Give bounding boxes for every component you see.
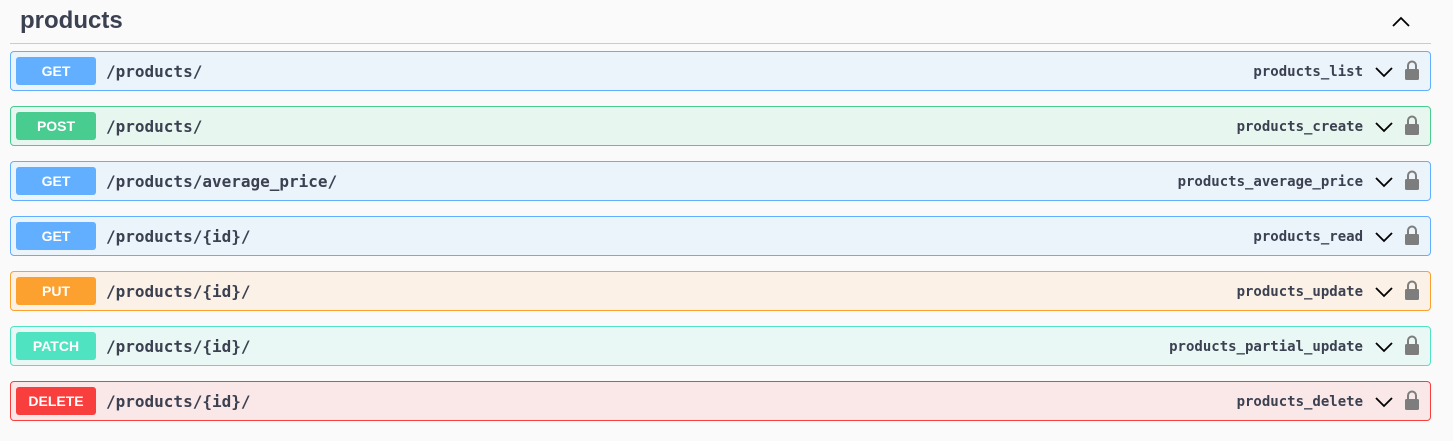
operation-id: products_list [1253,64,1363,80]
operation-id: products_update [1236,284,1363,300]
lock-icon[interactable] [1404,334,1420,356]
operation-row-delete-products_delete[interactable]: DELETE/products/{id}/ products_delete [10,381,1431,421]
operation-row-get-products_list[interactable]: GET/products/products_list [10,51,1431,91]
operation-id: products_partial_update [1169,339,1363,355]
method-badge: GET [16,222,96,250]
chevron-down-icon[interactable] [1374,392,1394,412]
chevron-down-icon[interactable] [1374,172,1394,192]
tag-title: products [20,7,123,34]
tag-header[interactable]: products [10,0,1431,44]
operation-id: products_read [1253,229,1363,245]
operation-id: products_delete [1236,394,1363,410]
method-badge: GET [16,167,96,195]
operation-row-patch-products_partial_update[interactable]: PATCH/products/{id}/ products_partial_upd… [10,326,1431,366]
endpoint-path: /products/{id}/ [106,392,251,411]
products-section: products GET/products/products_list POST /… [0,0,1453,441]
endpoint-path: /products/average_price/ [106,172,338,191]
chevron-up-icon[interactable] [1391,12,1411,32]
lock-icon[interactable] [1404,389,1420,411]
operation-row-post-products_create[interactable]: POST/products/products_create [10,106,1431,146]
endpoint-path: /products/{id}/ [106,337,251,356]
chevron-down-icon[interactable] [1374,117,1394,137]
method-badge: DELETE [16,387,96,415]
endpoint-path: /products/ [106,62,203,81]
operation-id: products_average_price [1177,174,1363,190]
endpoint-path: /products/{id}/ [106,282,251,301]
operation-row-get-products_read[interactable]: GET/products/{id}/ products_read [10,216,1431,256]
operation-row-get-products_average_price[interactable]: GET/products/average_price/products_aver… [10,161,1431,201]
lock-icon[interactable] [1404,169,1420,191]
method-badge: PUT [16,277,96,305]
operation-id: products_create [1236,119,1363,135]
method-badge: PATCH [16,332,96,360]
lock-icon[interactable] [1404,279,1420,301]
chevron-down-icon[interactable] [1374,62,1394,82]
chevron-down-icon[interactable] [1374,227,1394,247]
lock-icon[interactable] [1404,59,1420,81]
operation-row-put-products_update[interactable]: PUT/products/{id}/ products_update [10,271,1431,311]
endpoint-path: /products/ [106,117,203,136]
chevron-down-icon[interactable] [1374,282,1394,302]
endpoint-path: /products/{id}/ [106,227,251,246]
lock-icon[interactable] [1404,114,1420,136]
method-badge: GET [16,57,96,85]
method-badge: POST [16,112,96,140]
lock-icon[interactable] [1404,224,1420,246]
chevron-down-icon[interactable] [1374,337,1394,357]
